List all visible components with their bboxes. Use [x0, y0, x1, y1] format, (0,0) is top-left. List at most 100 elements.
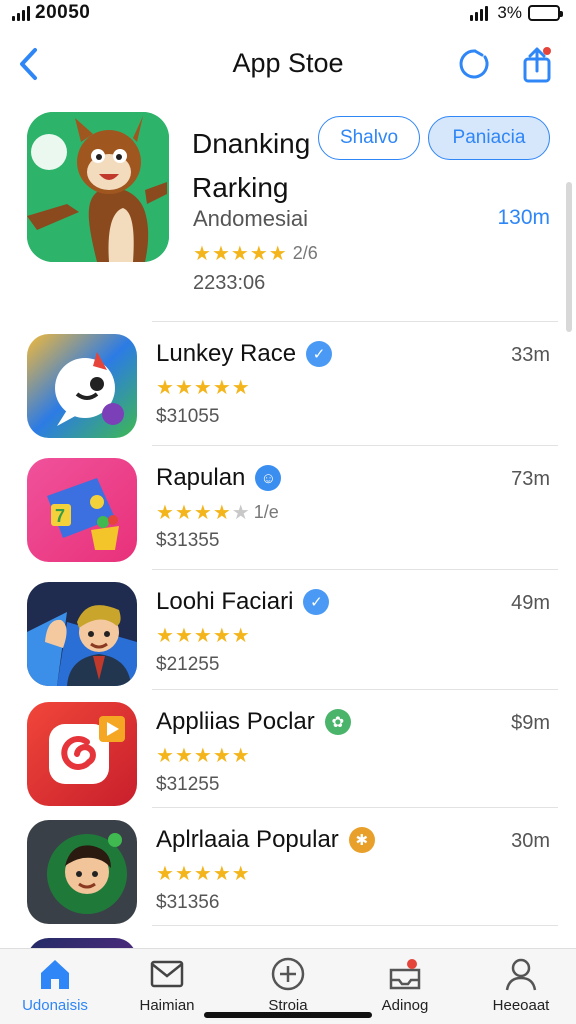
divider	[152, 569, 558, 570]
app-row-4[interactable]: Appliias Poclar ✿ $9m ★ ★ ★ ★ ★ $31255	[0, 689, 576, 810]
star-rating: ★ ★ ★ ★ ★	[156, 503, 250, 523]
status-bar: 20050 3%	[0, 0, 576, 28]
game-board-app-icon: 7	[27, 458, 137, 562]
star-icon: ★	[268, 242, 287, 265]
app-name: Lunkey Race ✓	[156, 340, 333, 368]
star-rating: ★ ★ ★ ★ ★	[156, 626, 250, 646]
featured-app-rating: ★ ★ ★ ★ ★ 2/6	[193, 243, 318, 264]
app-icon-4[interactable]	[27, 702, 137, 806]
cartoon-cat-icon	[27, 112, 169, 262]
star-icon: ★	[174, 501, 193, 524]
star-icon: ★	[193, 745, 212, 767]
star-rating: ★ ★ ★ ★ ★	[193, 244, 287, 264]
navigation-bar: App Stoe	[0, 38, 576, 90]
refresh-button[interactable]	[456, 44, 494, 84]
share-icon	[523, 47, 551, 83]
star-icon: ★	[174, 377, 193, 399]
app-name: Appliias Poclar ✿	[156, 708, 351, 736]
app-price: $31355	[156, 530, 220, 551]
app-icon-5[interactable]	[27, 820, 137, 924]
app-icon-3[interactable]	[27, 582, 137, 686]
chip-paniacia[interactable]: Paniacia	[428, 116, 550, 160]
chat-bubble-app-icon	[27, 334, 137, 438]
star-icon: ★	[231, 501, 250, 524]
tab-today[interactable]: Udonaisis	[0, 955, 110, 1021]
app-icon-1[interactable]	[27, 334, 137, 438]
star-icon: ★	[156, 863, 174, 885]
star-icon: ★	[211, 242, 230, 265]
star-icon: ★	[212, 745, 231, 767]
star-icon: ★	[212, 501, 231, 524]
star-icon: ★	[231, 625, 250, 647]
svg-text:7: 7	[55, 506, 65, 526]
star-icon: ★	[212, 377, 231, 399]
add-circle-icon	[268, 955, 308, 993]
app-price: $31356	[156, 892, 220, 913]
star-icon: ★	[231, 377, 250, 399]
app-rating: ★ ★ ★ ★ ★	[156, 746, 250, 766]
battery-percent: 3%	[497, 3, 522, 22]
app-title-5: Aplrlaaia Popular	[156, 826, 339, 853]
featured-app-subtitle: Andomesiai	[193, 206, 308, 231]
star-icon: ★	[212, 863, 231, 885]
share-button[interactable]	[518, 44, 556, 84]
star-icon: ★	[193, 625, 212, 647]
verified-badge-icon: ✓	[306, 341, 333, 367]
star-icon: ★	[156, 377, 174, 399]
app-size: 49m	[511, 592, 550, 614]
star-icon: ★	[193, 863, 212, 885]
gear-badge-icon: ✿	[324, 709, 351, 735]
tab-label: Haimian	[139, 997, 195, 1014]
app-name: Aplrlaaia Popular ✱	[156, 826, 375, 854]
divider	[152, 689, 558, 690]
featured-app-icon[interactable]	[27, 112, 169, 262]
app-title-3: Loohi Faciari	[156, 588, 294, 615]
star-icon: ★	[174, 745, 193, 767]
app-name: Loohi Faciari ✓	[156, 588, 330, 616]
battery-icon	[528, 5, 563, 21]
featured-app-title: Dnanking Rarking	[192, 128, 311, 203]
app-title-1: Lunkey Race	[156, 340, 297, 367]
music-swirl-app-icon	[27, 702, 137, 806]
star-icon: ★	[231, 745, 250, 767]
app-row-3[interactable]: Loohi Faciari ✓ 49m ★ ★ ★ ★ ★ $21255	[0, 569, 576, 690]
signal-icon	[12, 5, 30, 21]
star-icon: ★	[212, 625, 231, 647]
app-title-4: Appliias Poclar	[156, 708, 315, 735]
star-rating: ★ ★ ★ ★ ★	[156, 746, 250, 766]
avatar-app-icon	[27, 820, 137, 924]
status-time-group: 20050	[12, 2, 90, 24]
divider	[152, 925, 558, 926]
cartoon-man-app-icon	[27, 582, 137, 686]
divider	[152, 807, 558, 808]
featured-app-size: 130m	[497, 206, 550, 229]
star-icon: ★	[193, 501, 212, 524]
inbox-badge-icon	[385, 955, 425, 993]
star-icon: ★	[230, 242, 249, 265]
app-row-5[interactable]: Aplrlaaia Popular ✱ 30m ★ ★ ★ ★ ★ $31356	[0, 807, 576, 928]
featured-app-card[interactable]: Dnanking Rarking Shalvo Paniacia Andomes…	[0, 108, 576, 320]
app-size: 30m	[511, 830, 550, 852]
star-icon: ★	[156, 625, 174, 647]
app-row-1[interactable]: Lunkey Race ✓ 33m ★ ★ ★ ★ ★ $31055	[0, 321, 576, 442]
star-icon: ★	[193, 242, 211, 265]
status-right: 3%	[470, 3, 563, 23]
app-row-2[interactable]: 7 Rapulan ☺ 73m ★ ★ ★ ★ ★ 1/e $31355	[0, 445, 576, 566]
chip-shalvo[interactable]: Shalvo	[318, 116, 420, 160]
tab-profile[interactable]: Heeoaat	[466, 955, 576, 1021]
rating-extra: 1/e	[253, 502, 279, 522]
app-title-2: Rapulan	[156, 464, 246, 491]
refresh-icon	[459, 49, 489, 79]
star-rating: ★ ★ ★ ★ ★	[156, 378, 250, 398]
app-name: Rapulan ☺	[156, 464, 282, 492]
pinwheel-badge-icon: ✱	[348, 827, 375, 853]
smiley-badge-icon: ☺	[255, 465, 282, 491]
tab-label: Heeoaat	[492, 997, 550, 1014]
star-icon: ★	[156, 501, 174, 524]
app-icon-2[interactable]: 7	[27, 458, 137, 562]
verified-badge-icon: ✓	[303, 589, 330, 615]
tab-label: Udonaisis	[22, 997, 88, 1014]
app-rating: ★ ★ ★ ★ ★ 1/e	[156, 502, 279, 523]
status-time: 20050	[35, 2, 91, 23]
scrollbar[interactable]	[566, 182, 572, 332]
